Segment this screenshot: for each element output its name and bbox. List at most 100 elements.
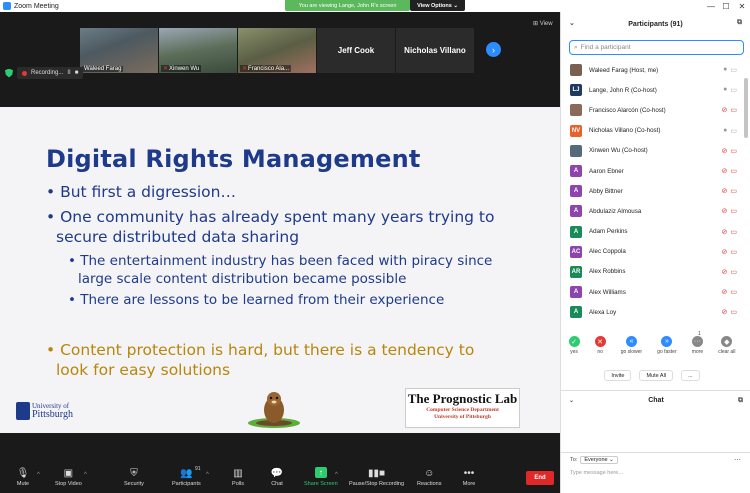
participant-row[interactable]: Francisco Alarcón (Co-host) ⊘ ▭ [561, 100, 743, 120]
participant-row[interactable]: A Aaron Ebner ⊘ ▭ [561, 161, 743, 181]
chat-bubble-icon: 💬 [270, 468, 284, 479]
participant-name: Abby Bittner [589, 187, 623, 195]
stop-video-button[interactable]: ▣ Stop Video [55, 467, 82, 487]
video-off-icon: ▭ [730, 289, 737, 297]
video-options-caret-icon[interactable]: ^ [84, 472, 87, 478]
avatar: A [570, 225, 582, 238]
video-thumb[interactable]: Nicholas Villano [396, 28, 474, 73]
close-button[interactable]: ✕ [735, 0, 749, 12]
search-icon: ⌕ [574, 43, 578, 51]
participant-row[interactable]: A Abby Bittner ⊘ ▭ [561, 181, 743, 201]
mic-icon: ● [723, 86, 728, 94]
audio-options-caret-icon[interactable]: ^ [37, 472, 40, 478]
mute-all-button[interactable]: Mute All [639, 370, 674, 381]
video-thumb[interactable]: ✕Francisco Ala... [238, 28, 316, 73]
participant-more-button[interactable]: ... [681, 370, 700, 381]
maximize-button[interactable]: ☐ [719, 0, 733, 12]
participant-row[interactable]: Xinwen Wu (Co-host) ⊘ ▭ [561, 141, 743, 161]
reaction-label: clear all [718, 349, 736, 355]
next-thumbs-button[interactable]: › [486, 42, 501, 57]
reaction-label: yes [570, 349, 578, 355]
security-button[interactable]: ⛨ Security [124, 467, 144, 487]
reaction-more-button[interactable]: ··· more [692, 336, 703, 366]
reaction-go-slower-button[interactable]: « go slower [621, 336, 642, 366]
reaction-yes-button[interactable]: ✓ yes [568, 336, 580, 366]
zoom-window: Zoom Meeting — ☐ ✕ You are viewing Lange… [0, 0, 750, 493]
chat-title: Chat [648, 397, 664, 404]
video-camera-icon: ▣ [63, 468, 74, 479]
reaction-label: more [691, 349, 704, 355]
view-options-button[interactable]: View Options ⌄ [410, 0, 465, 11]
collapse-chevron-icon[interactable]: ⌄ [569, 19, 575, 27]
share-options-caret-icon[interactable]: ^ [335, 472, 338, 478]
share-screen-button[interactable]: ↑ Share Screen [304, 467, 338, 487]
participant-row[interactable]: AR Alex Robbins ⊘ ▭ [561, 262, 743, 282]
pause-recording-button[interactable]: II [67, 70, 70, 76]
participant-row[interactable]: LJ Lange, John R (Co-host) ● ▭ [561, 80, 743, 100]
popout-icon[interactable]: ⧉ [737, 19, 742, 27]
video-off-icon: ▭ [730, 268, 737, 276]
chat-to-label: To: [570, 457, 578, 463]
end-meeting-button[interactable]: End [526, 471, 554, 485]
participant-row[interactable]: A Alexa Loy ⊘ ▭ [561, 302, 743, 322]
participant-row[interactable]: A Adam Perkins ⊘ ▭ [561, 222, 743, 242]
meeting-toolbar: 🎙 Mute ^ ▣ Stop Video ^ ⛨ Security 👥 Par… [0, 464, 560, 493]
participant-name: Adam Perkins [589, 228, 628, 236]
mic-muted-icon: ⊘ [721, 208, 728, 216]
mic-muted-icon: ⊘ [721, 228, 728, 236]
participant-name: Xinwen Wu (Co-host) [589, 147, 648, 155]
search-placeholder: Find a participant [580, 44, 631, 51]
chat-compose: To: Everyone ⌄ ⋯ Type message here... [561, 452, 750, 493]
participant-row[interactable]: NV Nicholas Villano (Co-host) ● ▭ [561, 121, 743, 141]
polls-button[interactable]: ▥ Polls [231, 467, 245, 487]
chevron-right-icon: › [492, 44, 495, 55]
mic-muted-icon: ✕ [242, 66, 248, 72]
thumb-name: ✕Xinwen Wu [161, 65, 202, 72]
smiley-plus-icon: ☺ [424, 468, 435, 479]
participant-search-input[interactable]: ⌕ Find a participant [569, 40, 744, 55]
participant-row[interactable]: A Abdulaziz Almousa ⊘ ▭ [561, 201, 743, 221]
avatar [570, 144, 582, 157]
video-off-icon: ▭ [730, 248, 737, 256]
participants-panel: ⌄ Participants (91) ⧉ ⌕ Find a participa… [560, 12, 750, 493]
more-button[interactable]: ••• More [462, 467, 476, 487]
avatar: AC [570, 245, 582, 258]
reaction-no-button[interactable]: ✕ no [594, 336, 606, 366]
avatar: A [570, 205, 582, 218]
thumbnail-strip: Waleed Farag ✕Xinwen Wu ✕Francisco Ala..… [80, 28, 474, 73]
participant-row[interactable]: A Alex Williams ⊘ ▭ [561, 282, 743, 302]
participants-caret-icon[interactable]: ^ [206, 472, 209, 478]
view-button[interactable]: ⊞ View [533, 20, 553, 27]
video-off-icon: ▭ [730, 167, 737, 175]
chat-button[interactable]: 💬 Chat [270, 467, 284, 487]
mute-button[interactable]: 🎙 Mute [16, 467, 30, 487]
invite-button[interactable]: Invite [604, 370, 632, 381]
popout-icon[interactable]: ⧉ [738, 397, 743, 405]
participants-header: ⌄ Participants (91) ⧉ [561, 12, 750, 36]
chat-message-input[interactable]: Type message here... [570, 470, 623, 476]
go-slower-icon: « [625, 336, 637, 347]
slide-bullet: • One community has already spent many y… [46, 208, 495, 226]
chat-recipient-select[interactable]: Everyone ⌄ [580, 456, 618, 464]
stop-recording-button[interactable]: ■ [75, 70, 79, 76]
more-dots-icon: ••• [463, 468, 475, 479]
participant-row[interactable]: AC Alec Coppola ⊘ ▭ [561, 242, 743, 262]
reaction-clear-all-button[interactable]: ◆ clear all [718, 336, 735, 366]
video-off-icon: ▭ [730, 208, 737, 216]
participant-row[interactable]: Waleed Farag (Host, me) ● ▭ [561, 60, 743, 80]
video-thumb[interactable]: Jeff Cook [317, 28, 395, 73]
recording-bar: Recording... II ■ [5, 67, 84, 79]
collapse-chevron-icon[interactable]: ⌄ [569, 397, 574, 404]
avatar: AR [570, 265, 582, 278]
video-off-icon: ▭ [730, 188, 737, 196]
participant-scrollbar[interactable] [743, 60, 749, 330]
video-thumb[interactable]: Waleed Farag [80, 28, 158, 73]
video-thumb[interactable]: ✕Xinwen Wu [159, 28, 237, 73]
minimize-button[interactable]: — [704, 0, 718, 12]
reaction-go-faster-button[interactable]: » go faster [657, 336, 677, 366]
reactions-button[interactable]: ☺ Reactions [417, 467, 441, 487]
chat-more-icon[interactable]: ⋯ [734, 456, 741, 464]
window-title: Zoom Meeting [14, 2, 59, 10]
pause-stop-recording-button[interactable]: ▮▮■ Pause/Stop Recording [349, 467, 404, 487]
pitt-logo: University of Pittsburgh [16, 402, 73, 420]
